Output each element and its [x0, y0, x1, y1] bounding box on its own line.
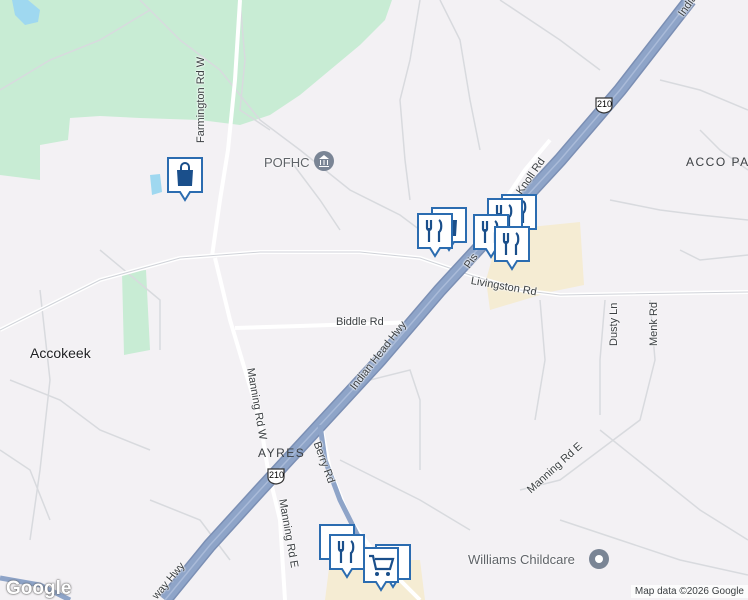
restaurant-icon: [417, 213, 453, 258]
route-210-label: 210: [269, 470, 285, 480]
label-dusty-ln: Dusty Ln: [608, 302, 620, 346]
restaurant-icon: [494, 226, 530, 271]
place-accokeek[interactable]: Accokeek: [30, 345, 91, 361]
route-210-shield-bottom: 210: [266, 467, 286, 485]
map-canvas[interactable]: 210 210 Accokeek AYRES ACCO PA Farmingto…: [0, 0, 748, 600]
government-building-icon[interactable]: [314, 151, 334, 171]
manning-rd-w: [213, 257, 287, 600]
poi-pofhc-label[interactable]: POFHC: [264, 155, 310, 170]
restaurant-pin[interactable]: [493, 225, 530, 271]
grocery-pin[interactable]: [362, 546, 399, 592]
route-210-shield-top: 210: [594, 96, 614, 114]
place-acco-park[interactable]: ACCO PA: [686, 155, 748, 169]
place-ayres[interactable]: AYRES: [258, 446, 305, 460]
restaurant-icon: [329, 534, 365, 579]
water-pond: [150, 174, 162, 195]
grocery-cart-icon: [363, 547, 399, 592]
map-base-layer: [0, 0, 748, 600]
restaurant-pin[interactable]: [416, 212, 453, 258]
shopping-bag-icon: [167, 157, 203, 202]
restaurant-pin[interactable]: [328, 533, 365, 579]
map-attribution[interactable]: Map data ©2026 Google: [630, 585, 748, 598]
label-menk-rd: Menk Rd: [648, 301, 660, 346]
label-biddle-rd: Biddle Rd: [336, 316, 384, 328]
childcare-icon[interactable]: [589, 549, 609, 569]
poi-williams-childcare-label[interactable]: Williams Childcare: [468, 552, 575, 567]
shopping-pin[interactable]: [166, 156, 203, 202]
route-210-label: 210: [597, 99, 613, 109]
google-logo: Google: [6, 578, 72, 599]
park-area-small: [122, 270, 150, 355]
label-farmington-rd-w: Farmington Rd W: [195, 56, 207, 143]
